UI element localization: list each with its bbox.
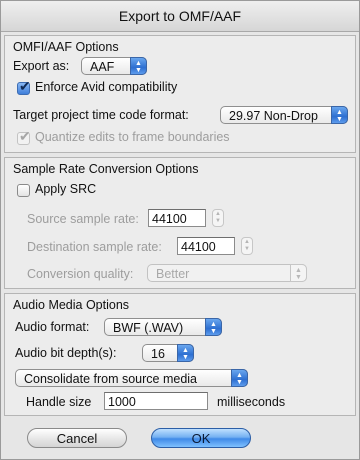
- src-options-section: Sample Rate Conversion Options Apply SRC…: [4, 157, 356, 289]
- handle-size-field[interactable]: 1000: [104, 392, 208, 410]
- handle-size-units: milliseconds: [217, 395, 286, 409]
- src-options-title: Sample Rate Conversion Options: [13, 162, 199, 176]
- popup-arrows-icon: ▲ ▼: [205, 318, 222, 336]
- consolidate-popup[interactable]: Consolidate from source media ▲ ▼: [15, 369, 248, 387]
- enforce-avid-label: Enforce Avid compatibility: [35, 80, 178, 94]
- dialog-title: Export to OMF/AAF: [1, 1, 359, 32]
- omf-options-section: OMFI/AAF Options Export as: AAF ▲ ▼ ✔ Enf…: [4, 35, 356, 153]
- checkmark-icon: ✔: [19, 128, 31, 144]
- ok-button[interactable]: OK: [151, 428, 251, 448]
- popup-arrows-icon: ▲ ▼: [130, 57, 147, 75]
- export-as-value: AAF: [90, 60, 115, 74]
- dest-rate-stepper[interactable]: ▲ ▼: [241, 237, 253, 255]
- target-tc-label: Target project time code format:: [13, 108, 189, 122]
- audio-media-title: Audio Media Options: [13, 298, 130, 312]
- dest-rate-label: Destination sample rate:: [27, 240, 162, 254]
- quality-value: Better: [156, 267, 190, 281]
- export-omf-aaf-dialog: Export to OMF/AAF OMFI/AAF Options Expor…: [0, 0, 360, 460]
- cancel-button[interactable]: Cancel: [27, 428, 127, 448]
- audio-media-section: Audio Media Options Audio format: BWF (.…: [4, 293, 356, 416]
- export-as-label: Export as:: [13, 59, 70, 73]
- target-tc-popup[interactable]: 29.97 Non-Drop ▲ ▼: [220, 106, 348, 124]
- apply-src-checkbox[interactable]: [17, 184, 30, 197]
- consolidate-value: Consolidate from source media: [24, 372, 197, 386]
- target-tc-value: 29.97 Non-Drop: [229, 109, 318, 123]
- source-rate-field[interactable]: 44100: [148, 209, 206, 227]
- source-rate-label: Source sample rate:: [27, 212, 139, 226]
- quantize-label: Quantize edits to frame boundaries: [35, 130, 230, 144]
- checkmark-icon: ✔: [19, 78, 31, 94]
- apply-src-label: Apply SRC: [35, 182, 97, 196]
- bitdepth-popup[interactable]: 16 ▲ ▼: [142, 344, 194, 362]
- audio-format-value: BWF (.WAV): [113, 321, 184, 335]
- enforce-avid-checkbox[interactable]: ✔: [17, 78, 31, 95]
- handle-size-label: Handle size: [26, 395, 92, 409]
- audio-format-label: Audio format:: [15, 320, 90, 334]
- popup-arrows-icon: ▲ ▼: [177, 344, 194, 362]
- popup-arrows-icon: ▲ ▼: [290, 264, 307, 282]
- omf-options-title: OMFI/AAF Options: [13, 40, 119, 54]
- dest-rate-field[interactable]: 44100: [177, 237, 235, 255]
- bitdepth-value: 16: [151, 347, 165, 361]
- quality-label: Conversion quality:: [27, 267, 134, 281]
- bitdepth-label: Audio bit depth(s):: [15, 346, 117, 360]
- quality-popup[interactable]: Better ▲ ▼: [147, 264, 307, 282]
- source-rate-stepper[interactable]: ▲ ▼: [212, 209, 224, 227]
- popup-arrows-icon: ▲ ▼: [331, 106, 348, 124]
- popup-arrows-icon: ▲ ▼: [231, 369, 248, 387]
- audio-format-popup[interactable]: BWF (.WAV) ▲ ▼: [104, 318, 222, 336]
- quantize-checkbox[interactable]: ✔: [17, 128, 31, 145]
- export-as-popup[interactable]: AAF ▲ ▼: [81, 57, 147, 75]
